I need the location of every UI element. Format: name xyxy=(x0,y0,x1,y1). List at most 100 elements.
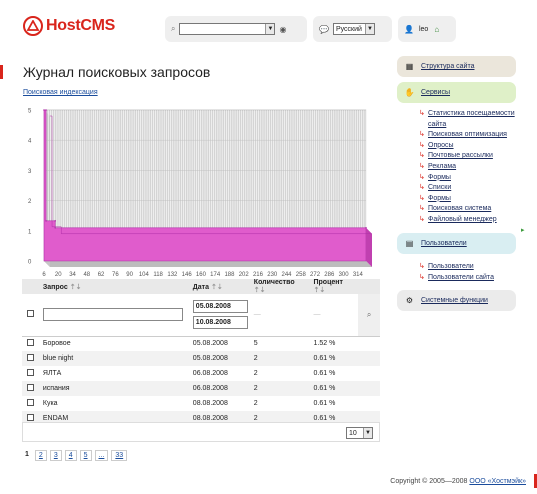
table-row: испания 06.08.2008 2 0.61 % xyxy=(22,381,380,396)
sidebar-subitem[interactable]: Реклама xyxy=(419,162,534,173)
sidebar-item-system[interactable]: ⚙ Системные функции xyxy=(397,290,516,311)
site-select[interactable]: ▼ xyxy=(179,23,276,35)
page-link[interactable]: 5 xyxy=(79,450,92,461)
column-date-header[interactable]: Дата ⇡⇣ xyxy=(189,279,251,294)
page-link[interactable]: 33 xyxy=(111,450,128,461)
y-tick-label: 2 xyxy=(28,199,32,205)
query-filter-input[interactable] xyxy=(42,308,183,322)
sidebar-subitem[interactable]: Опросы xyxy=(419,141,534,152)
table-footer: 10 ▼ xyxy=(22,422,380,442)
column-percent-header[interactable]: Процент ⇡⇣ xyxy=(310,279,359,294)
x-tick-label: 34 xyxy=(69,272,76,278)
cell-query: испания xyxy=(39,381,190,396)
structure-icon: ▦ xyxy=(405,62,414,71)
x-tick-label: 146 xyxy=(182,272,193,278)
sidebar-subitem-label[interactable]: Формы xyxy=(428,195,451,202)
sidebar-subitem[interactable]: Файловый менеджер xyxy=(419,215,534,226)
sidebar-subitem[interactable]: Поисковая система xyxy=(419,204,534,215)
sidebar-subitem[interactable]: Пользователи xyxy=(419,262,534,273)
sidebar-subitem-label[interactable]: Списки xyxy=(428,184,451,191)
cell-count: 2 xyxy=(253,370,258,377)
search-icon[interactable]: ⌕ xyxy=(358,294,380,337)
row-checkbox[interactable] xyxy=(27,354,35,361)
cell-query: Кука xyxy=(42,400,58,407)
row-checkbox[interactable] xyxy=(27,414,35,421)
filter-row: 05.08.2008 10.08.2008 — — ⌕ xyxy=(22,294,380,337)
services-icon: ✋ xyxy=(404,88,415,97)
user-name[interactable]: leo xyxy=(419,26,428,33)
sidebar-subitem[interactable]: Поисковая оптимизация xyxy=(419,130,534,141)
cell-percent: 0.61 % xyxy=(313,370,336,377)
title-marker xyxy=(0,65,3,79)
row-checkbox[interactable] xyxy=(27,339,35,347)
user-icon: 👤 xyxy=(404,24,414,34)
services-menu: Статистика посещаемости сайта Поисковая о… xyxy=(419,109,534,226)
company-link[interactable]: ООО «Хостмэйк» xyxy=(469,478,526,485)
sidebar-subitem-label[interactable]: Файловый менеджер xyxy=(428,216,497,223)
sidebar-subitem[interactable]: Почтовые рассылки xyxy=(419,151,534,162)
row-checkbox[interactable] xyxy=(27,384,35,391)
x-tick-label: 314 xyxy=(353,272,364,278)
select-all-checkbox[interactable] xyxy=(27,310,35,318)
user-panel: 👤 leo ⌂ xyxy=(398,16,456,42)
y-tick-label: 4 xyxy=(28,139,32,145)
sidebar-subitem[interactable]: Списки xyxy=(419,183,534,194)
language-select[interactable]: Русский ▼ xyxy=(332,23,375,35)
sidebar-subitem-label[interactable]: Реклама xyxy=(428,163,456,170)
sidebar-subitem-label[interactable]: Поисковая система xyxy=(428,205,491,212)
search-indexing-link[interactable]: Поисковая индексация xyxy=(23,89,98,96)
row-checkbox[interactable] xyxy=(27,369,35,376)
sidebar-subitem-label[interactable]: Пользователи сайта xyxy=(428,274,494,281)
sidebar-subitem[interactable]: Формы xyxy=(419,194,534,205)
x-tick-label: 244 xyxy=(282,272,293,278)
x-tick-label: 188 xyxy=(224,272,235,278)
action-header xyxy=(358,279,380,294)
sidebar-item-services-label[interactable]: Сервисы xyxy=(421,89,450,96)
hostcms-logo[interactable]: HostCMS xyxy=(23,16,115,36)
row-checkbox[interactable] xyxy=(27,399,35,406)
sidebar-subitem-label[interactable]: Поисковая оптимизация xyxy=(428,131,507,138)
logo-text: HostCMS xyxy=(46,17,116,34)
sidebar-subitem-label[interactable]: Формы xyxy=(428,174,451,181)
date-from-input[interactable]: 05.08.2008 xyxy=(192,300,248,314)
sidebar-item-users[interactable]: ▤ Пользователи xyxy=(397,233,516,254)
page-link[interactable]: ... xyxy=(94,450,109,461)
sidebar-item-services[interactable]: ✋ Сервисы xyxy=(397,82,516,103)
page-link[interactable]: 3 xyxy=(49,450,62,461)
eye-icon[interactable]: ◉ xyxy=(279,25,286,34)
home-icon[interactable]: ⌂ xyxy=(434,25,439,34)
search-log-table: Запрос ⇡⇣ Дата ⇡⇣ Количество ⇡⇣ Процент … xyxy=(22,279,380,426)
search-requests-chart: 0123456 20 34 48 62 76 90 104 118 132 146 160 174 188… xyxy=(28,109,372,278)
sidebar-subitem-label[interactable]: Почтовые рассылки xyxy=(428,152,493,159)
percent-filter: — xyxy=(310,294,359,337)
column-query-header[interactable]: Запрос ⇡⇣ xyxy=(39,279,190,294)
page-link[interactable]: 2 xyxy=(34,450,47,461)
x-tick-label: 20 xyxy=(55,272,62,278)
date-to-input[interactable]: 10.08.2008 xyxy=(192,316,248,330)
column-count-header[interactable]: Количество ⇡⇣ xyxy=(250,279,311,294)
x-tick-label: 160 xyxy=(196,272,207,278)
sidebar-item-structure-label[interactable]: Структура сайта xyxy=(421,63,474,70)
sidebar-subitem[interactable]: Статистика посещаемости сайта xyxy=(419,109,534,130)
x-tick-label: 76 xyxy=(112,272,119,278)
cell-count: 2 xyxy=(250,381,311,396)
sidebar-item-structure[interactable]: ▦ Структура сайта xyxy=(397,56,516,77)
x-tick-label: 48 xyxy=(83,272,90,278)
y-tick-label: 1 xyxy=(28,229,32,235)
cell-percent: 1.52 % xyxy=(313,340,336,348)
x-tick-label: 90 xyxy=(126,272,133,278)
sidebar-subitem[interactable]: Пользователи сайта xyxy=(419,273,534,284)
chevron-down-icon: ▼ xyxy=(265,24,275,34)
pagination: 1 2 3 4 5... 33 xyxy=(22,450,128,461)
sidebar-subitem[interactable]: Формы xyxy=(419,173,534,184)
sidebar-subitem-label[interactable]: Пользователи xyxy=(428,263,474,270)
table-row: Боровое 05.08.2008 5 1.52 % xyxy=(22,336,380,351)
sidebar-subitem-label[interactable]: Статистика посещаемости сайта xyxy=(428,110,515,128)
page-link[interactable]: 4 xyxy=(64,450,77,461)
per-page-select[interactable]: 10 ▼ xyxy=(346,427,373,439)
sidebar-subitem-label[interactable]: Опросы xyxy=(428,142,454,149)
cell-percent: 0.61 % xyxy=(310,351,359,366)
sidebar-item-users-label[interactable]: Пользователи xyxy=(421,240,467,247)
users-icon: ▤ xyxy=(405,239,414,248)
sidebar-item-system-label[interactable]: Системные функции xyxy=(421,297,488,304)
